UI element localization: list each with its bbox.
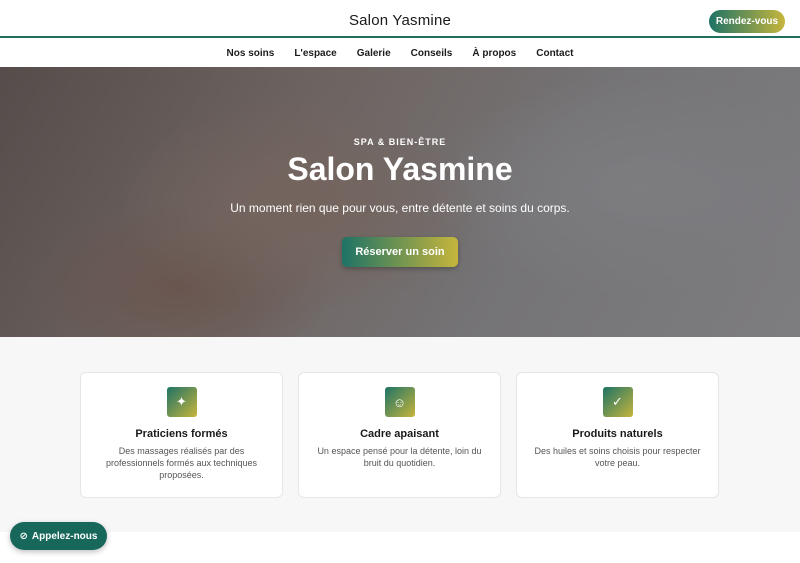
feature-card: ✓ Produits naturels Des huiles et soins … xyxy=(516,372,719,498)
nav-item-galerie[interactable]: Galerie xyxy=(357,48,391,59)
call-us-button[interactable]: ⊘ Appelez-nous xyxy=(10,522,107,550)
feature-text: Des huiles et soins choisis pour respect… xyxy=(534,446,701,468)
feature-text: Un espace pensé pour la détente, loin du… xyxy=(317,446,482,468)
feature-title: Produits naturels xyxy=(572,428,663,440)
page-continuation xyxy=(0,532,800,563)
nav-item-contact[interactable]: Contact xyxy=(536,48,573,59)
features-section: ✦ Praticiens formés Des massages réalisé… xyxy=(0,337,800,532)
feature-card: ☺ Cadre apaisant Un espace pensé pour la… xyxy=(298,372,501,498)
feature-card: ✦ Praticiens formés Des massages réalisé… xyxy=(80,372,283,498)
hero-banner: SPA & BIEN-ÊTRE Salon Yasmine Un moment … xyxy=(0,67,800,337)
phone-icon: ⊘ xyxy=(19,530,28,542)
main-nav: Nos soins L'espace Galerie Conseils À pr… xyxy=(0,40,800,67)
nav-item-nos-soins[interactable]: Nos soins xyxy=(227,48,275,59)
nav-item-a-propos[interactable]: À propos xyxy=(472,48,516,59)
site-header: Salon Yasmine Rendez-vous xyxy=(0,0,800,38)
call-us-label: Appelez-nous xyxy=(31,530,98,542)
feature-title: Cadre apaisant xyxy=(360,428,439,440)
hero-subtitle: Un moment rien que pour vous, entre déte… xyxy=(230,201,570,215)
nav-item-conseils[interactable]: Conseils xyxy=(411,48,453,59)
feature-title: Praticiens formés xyxy=(135,428,228,440)
rendez-vous-button[interactable]: Rendez-vous xyxy=(709,10,785,33)
hero-content: SPA & BIEN-ÊTRE Salon Yasmine Un moment … xyxy=(0,67,800,337)
hero-title: Salon Yasmine xyxy=(287,151,513,187)
hero-eyebrow: SPA & BIEN-ÊTRE xyxy=(353,137,447,147)
sparkle-icon: ✦ xyxy=(166,387,197,417)
site-brand[interactable]: Salon Yasmine xyxy=(0,12,800,29)
smiley-icon: ☺ xyxy=(384,387,415,417)
reserve-button[interactable]: Réserver un soin xyxy=(342,237,458,267)
feature-text: Des massages réalisés par des profession… xyxy=(105,446,258,480)
checkmark-icon: ✓ xyxy=(602,387,633,417)
nav-item-espace[interactable]: L'espace xyxy=(294,48,336,59)
